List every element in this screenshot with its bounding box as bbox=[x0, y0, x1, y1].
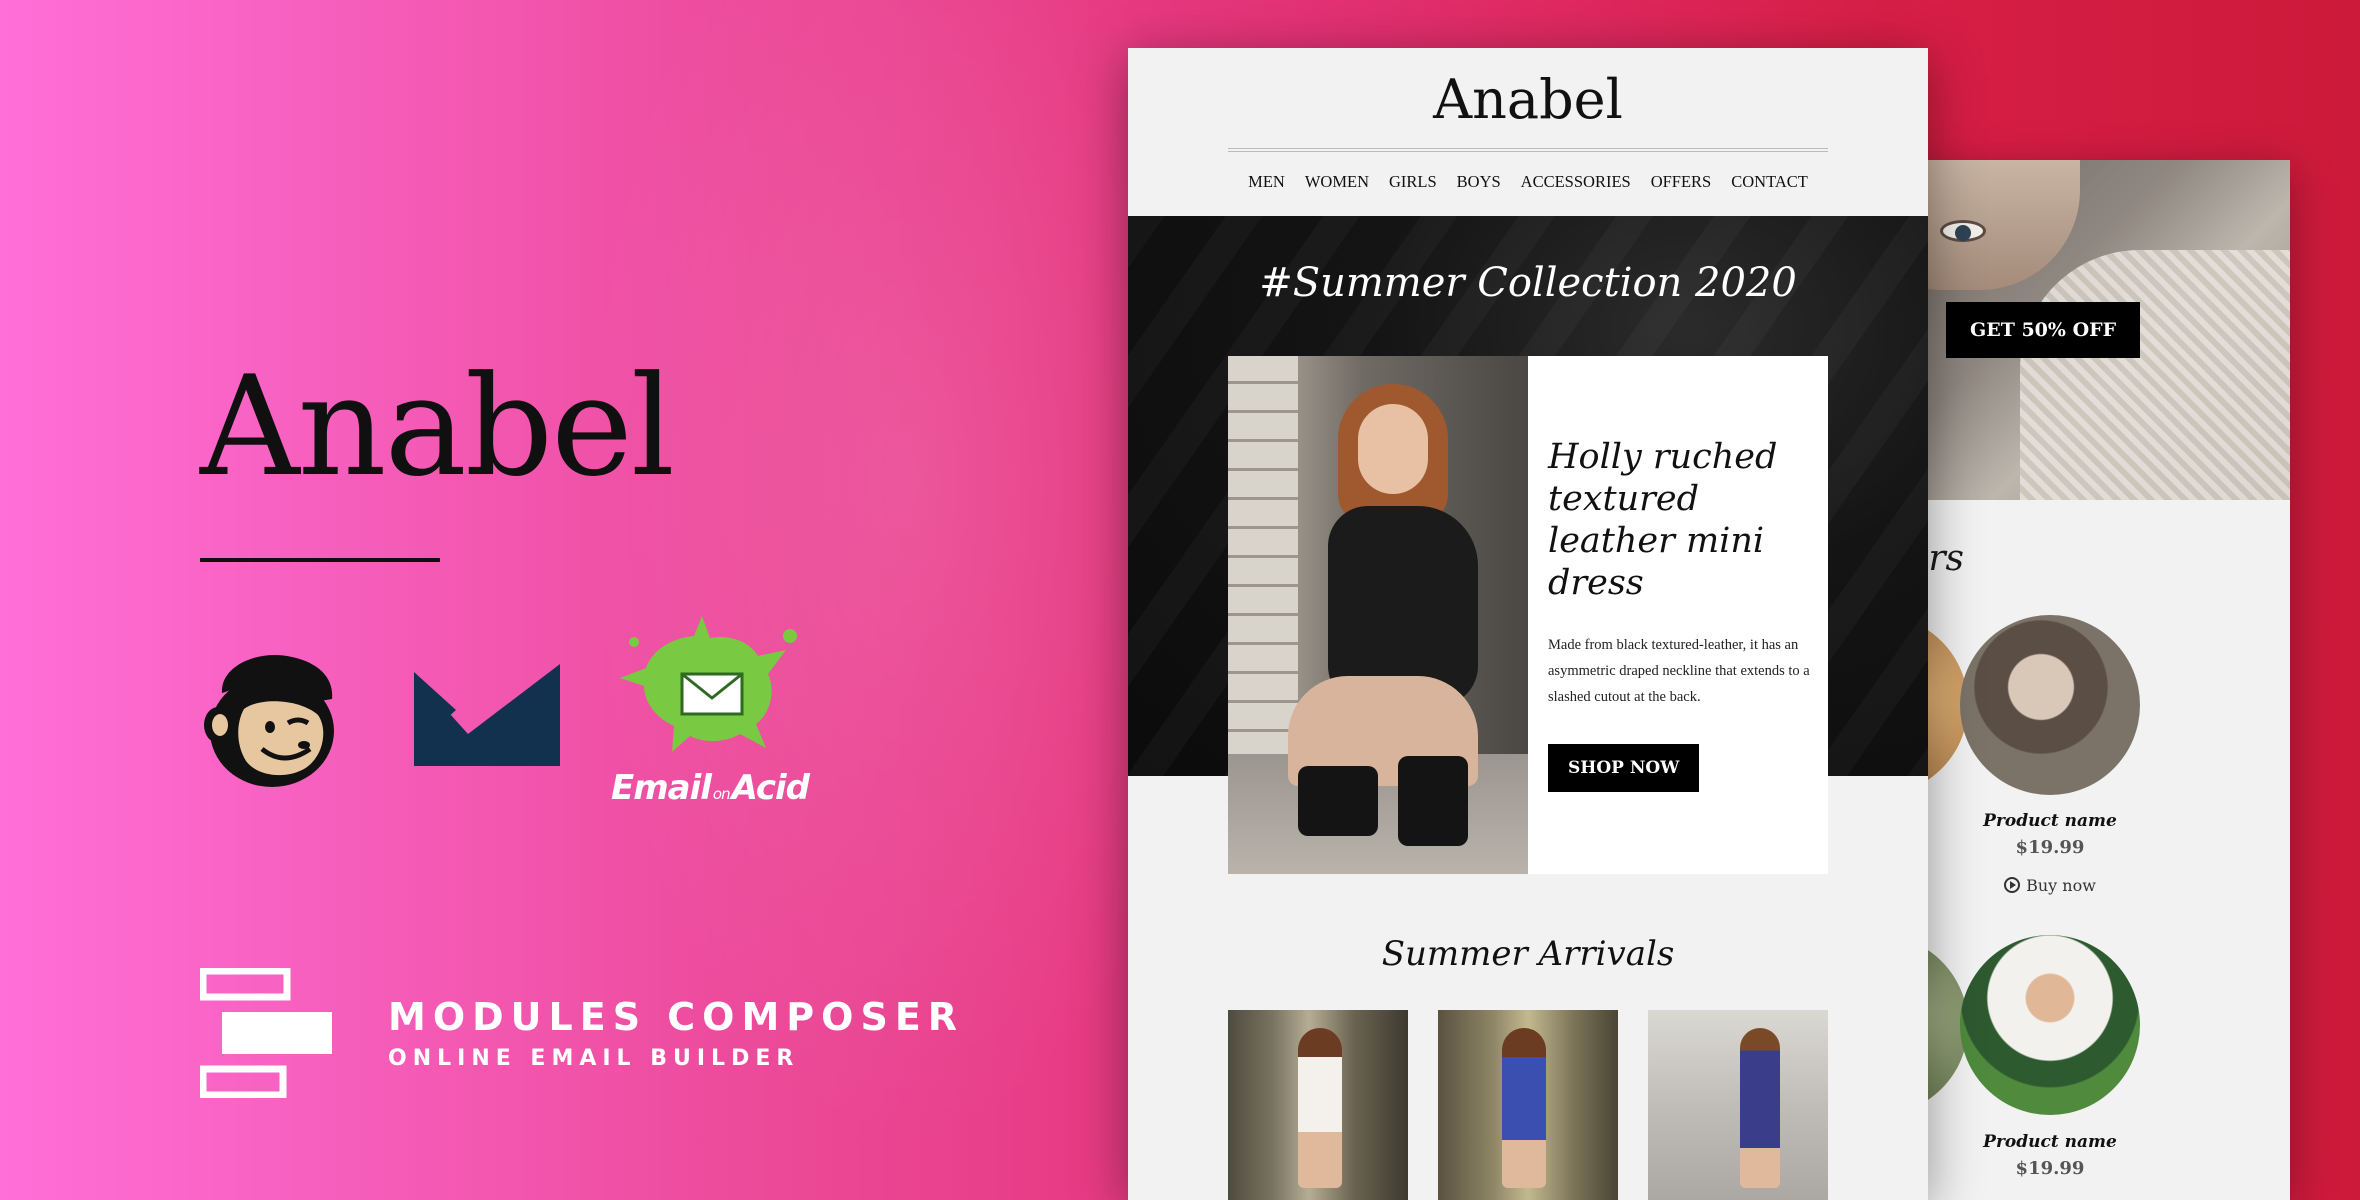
hero-title: #Summer Collection 2020 bbox=[1259, 260, 1797, 306]
arrivals-heading: Summer Arrivals bbox=[1381, 934, 1675, 974]
nav-women[interactable]: WOMEN bbox=[1305, 172, 1369, 192]
product-price: $19.99 bbox=[2015, 1158, 2085, 1179]
email-nav: MEN WOMEN GIRLS BOYS ACCESSORIES OFFERS … bbox=[1128, 172, 1928, 192]
product-hero-image[interactable] bbox=[1228, 356, 1528, 874]
product-card: Holly ruched textured leather mini dress… bbox=[1528, 356, 1828, 874]
arrival-image[interactable] bbox=[1228, 1010, 1408, 1200]
email-preview-secondary: GET 50% OFF Offers ne y Product name $19… bbox=[1880, 160, 2290, 1200]
email-on-acid-logo: Email onAcid bbox=[610, 616, 810, 816]
get-discount-button[interactable]: GET 50% OFF bbox=[1946, 302, 2141, 358]
buy-now-link[interactable]: Buy now bbox=[1960, 876, 2140, 895]
product-price: $19.99 bbox=[2015, 837, 2085, 858]
email-brand: Anabel bbox=[1433, 68, 1623, 131]
product-name: Product name bbox=[1983, 811, 2117, 831]
nav-girls[interactable]: GIRLS bbox=[1389, 172, 1437, 192]
shop-now-button[interactable]: SHOP NOW bbox=[1548, 744, 1700, 792]
product-description: Made from black textured-leather, it has… bbox=[1548, 637, 1810, 705]
nav-contact[interactable]: CONTACT bbox=[1731, 172, 1808, 192]
promo-title: Anabel bbox=[200, 346, 675, 507]
nav-men[interactable]: MEN bbox=[1248, 172, 1285, 192]
title-underline bbox=[200, 558, 440, 562]
mailchimp-logo bbox=[200, 645, 342, 790]
product-image[interactable] bbox=[1960, 615, 2140, 795]
product-name: Product name bbox=[1983, 1132, 2117, 1152]
nav-boys[interactable]: BOYS bbox=[1457, 172, 1501, 192]
arrival-image[interactable] bbox=[1648, 1010, 1828, 1200]
email-preview-main: Anabel MEN WOMEN GIRLS BOYS ACCESSORIES … bbox=[1128, 48, 1928, 1200]
product-image[interactable] bbox=[1960, 935, 2140, 1115]
nav-divider bbox=[1228, 148, 1828, 152]
modules-composer-title: MODULES COMPOSER bbox=[388, 995, 965, 1039]
play-circle-icon bbox=[2004, 877, 2021, 893]
modules-composer-subtitle: ONLINE EMAIL BUILDER bbox=[388, 1046, 800, 1071]
arrival-image[interactable] bbox=[1438, 1010, 1618, 1200]
email-on-acid-wordmark: Email onAcid bbox=[610, 768, 810, 808]
nav-accessories[interactable]: ACCESSORIES bbox=[1521, 172, 1631, 192]
modules-composer-icon bbox=[199, 967, 332, 1099]
envelope-logo bbox=[414, 664, 560, 766]
product-title: Holly ruched textured leather mini dress bbox=[1548, 437, 1778, 603]
nav-offers[interactable]: OFFERS bbox=[1651, 172, 1712, 192]
